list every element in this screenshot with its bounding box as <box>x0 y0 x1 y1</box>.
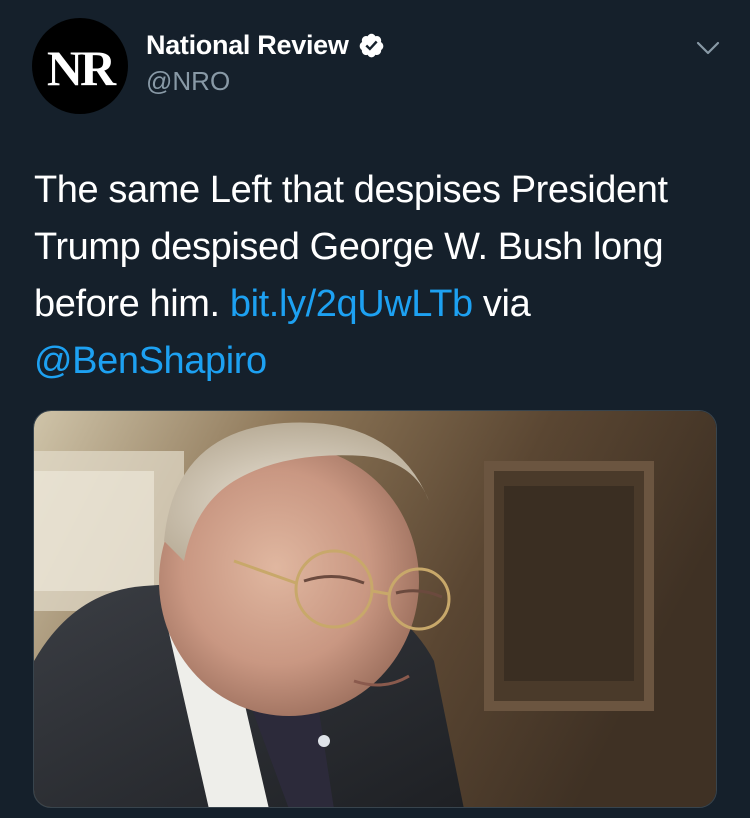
tweet-mention[interactable]: @BenShapiro <box>34 340 267 382</box>
author-handle[interactable]: @NRO <box>146 66 230 97</box>
author-name-row[interactable]: National Review <box>146 30 385 61</box>
photo-image <box>34 411 716 807</box>
avatar-logo-text: NR <box>46 40 116 96</box>
author-display-name[interactable]: National Review <box>146 30 349 61</box>
chevron-down-icon[interactable] <box>696 40 720 56</box>
verified-badge-icon <box>358 32 385 59</box>
avatar[interactable]: NR <box>32 18 128 114</box>
tweet-text: The same Left that despises President Tr… <box>34 162 724 390</box>
tweet-text-via: via <box>472 283 531 325</box>
tweet-link[interactable]: bit.ly/2qUwLTb <box>230 283 473 325</box>
tweet-photo[interactable] <box>33 410 717 808</box>
